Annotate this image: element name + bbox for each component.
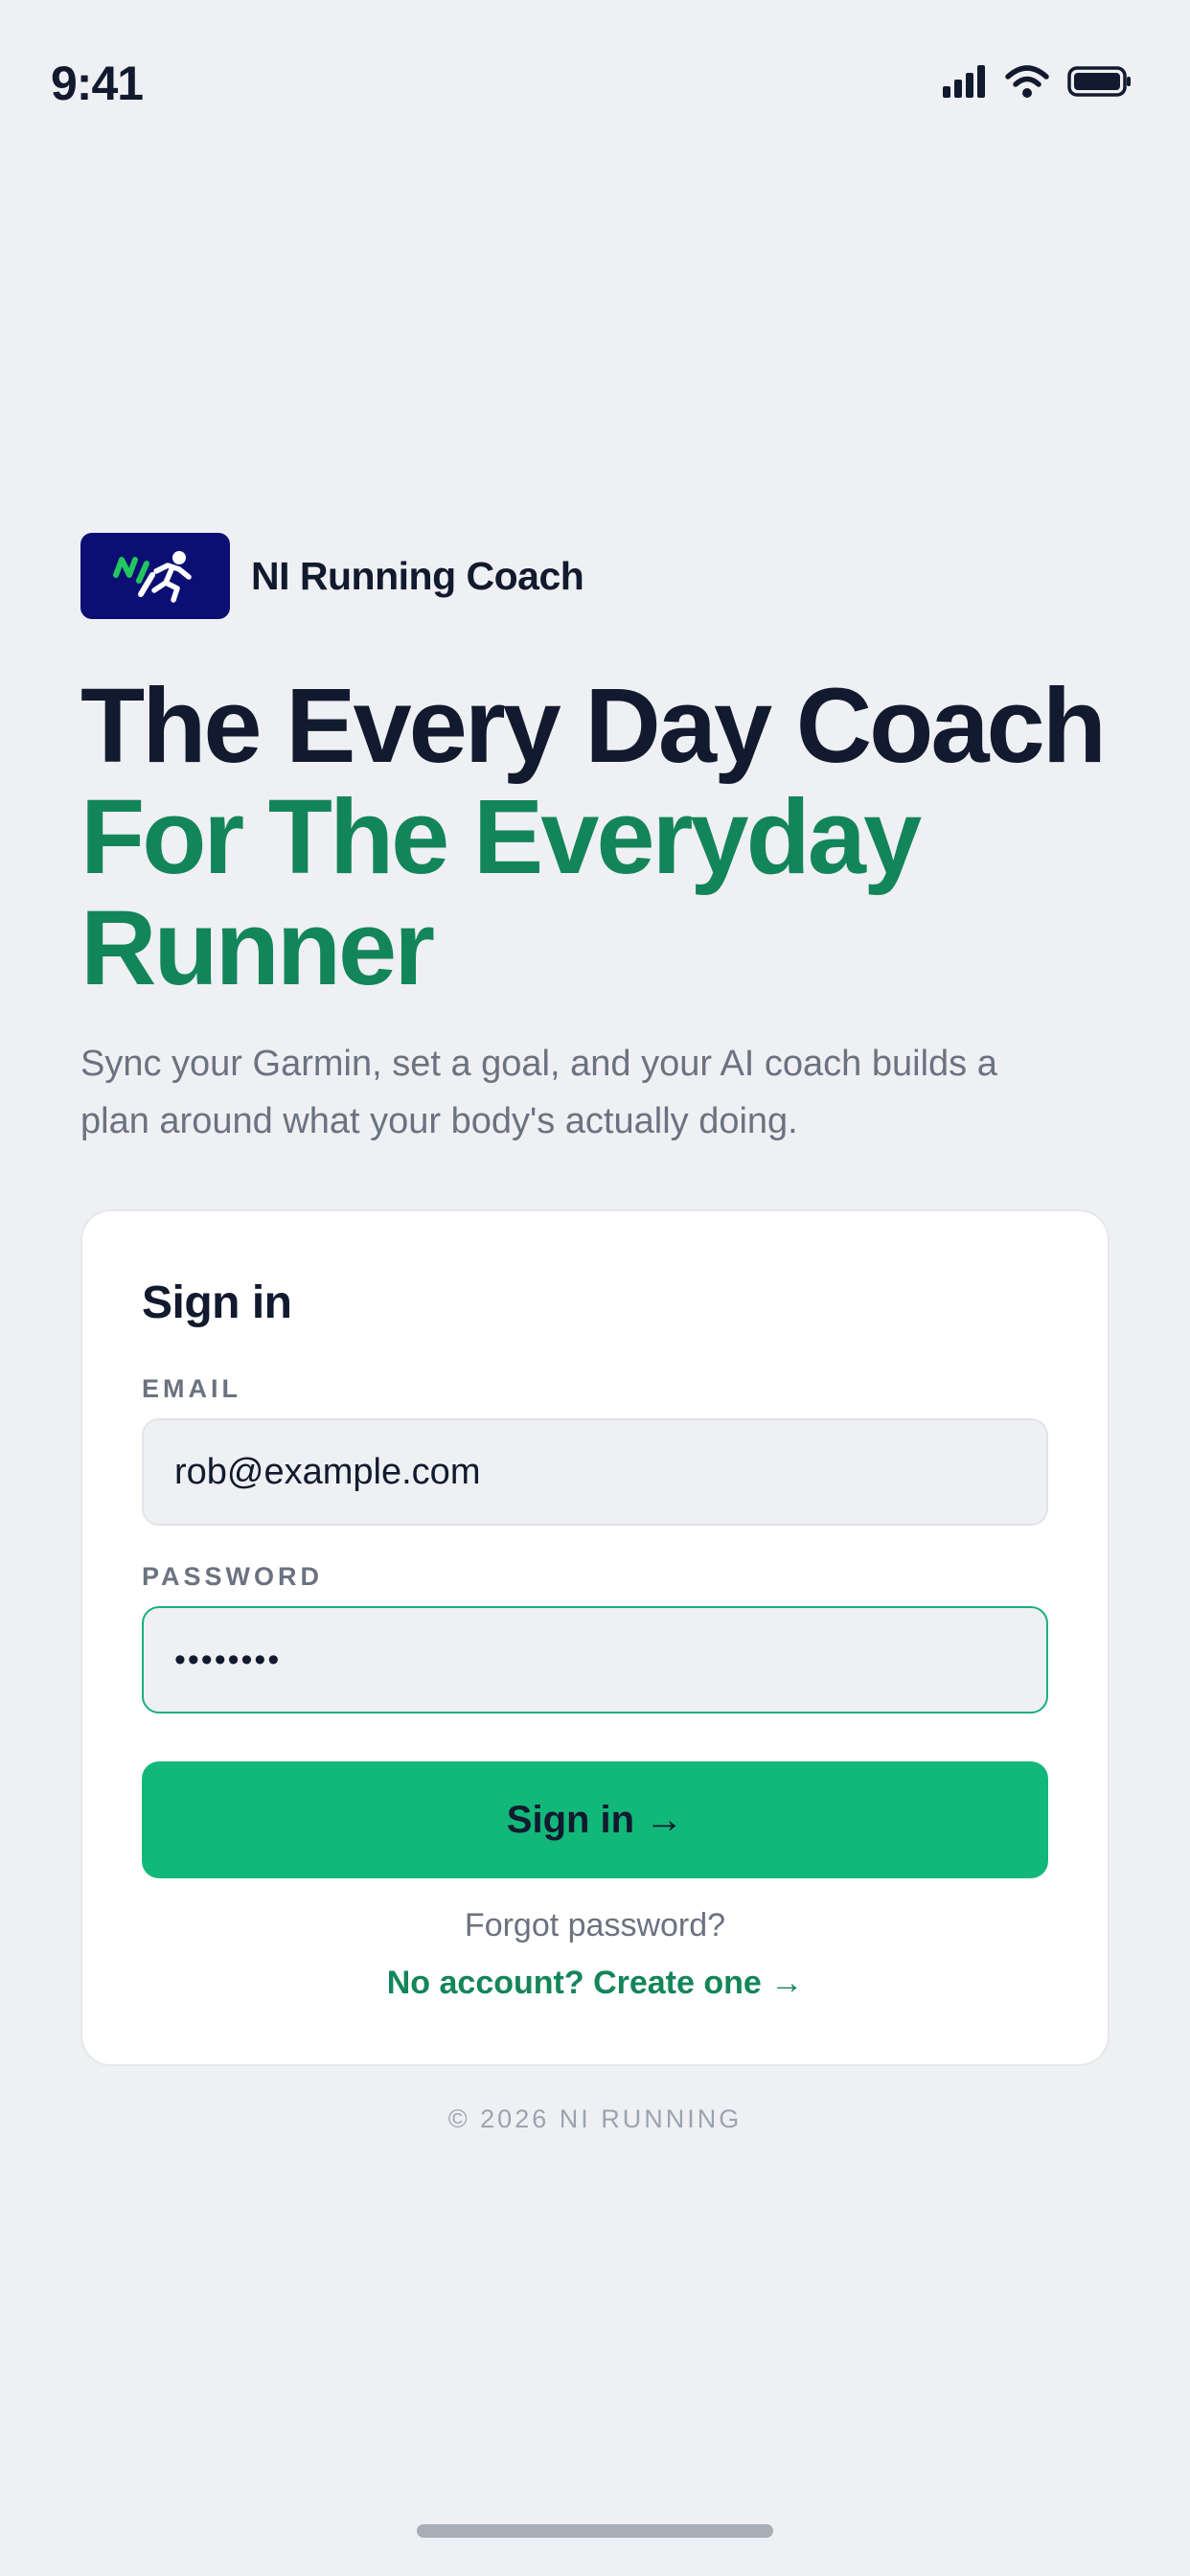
footer-copyright: © 2026 NI RUNNING: [447, 2104, 743, 2133]
brand-name: NI Running Coach: [251, 553, 584, 598]
status-time: 9:41: [51, 57, 144, 110]
signin-title: Sign in: [142, 1277, 292, 1328]
hero-line-2: For The Everyday: [80, 778, 922, 896]
password-field[interactable]: ••••••••: [142, 1606, 1048, 1714]
password-label: PASSWORD: [142, 1562, 324, 1591]
create-account-link[interactable]: No account? Create one →: [82, 1965, 1108, 2002]
wifi-icon: [1004, 65, 1050, 103]
password-value: ••••••••: [174, 1641, 282, 1678]
signal-icon: [943, 65, 987, 103]
tagline-line-2: plan around what your body's actually do…: [80, 1101, 798, 1141]
status-bar: 9:41: [0, 0, 1190, 144]
runner-logo-icon: [80, 533, 230, 619]
hero-line-1: The Every Day Coach: [80, 667, 1107, 785]
email-value: rob@example.com: [174, 1451, 481, 1492]
email-field[interactable]: rob@example.com: [142, 1418, 1048, 1526]
brand-row: NI Running Coach: [80, 533, 584, 619]
tagline: Sync your Garmin, set a goal, and your A…: [80, 1035, 1096, 1150]
tagline-line-1: Sync your Garmin, set a goal, and your A…: [80, 1044, 997, 1084]
email-label: EMAIL: [142, 1374, 241, 1403]
home-indicator: [417, 2524, 773, 2538]
forgot-password-link[interactable]: Forgot password?: [82, 1907, 1108, 1944]
hero-line-3: Runner: [80, 889, 435, 1007]
signin-button[interactable]: Sign in →: [142, 1761, 1048, 1878]
status-icons: [943, 65, 1133, 103]
signin-card: Sign in EMAIL rob@example.com PASSWORD •…: [80, 1209, 1110, 2066]
battery-icon: [1067, 65, 1133, 103]
hero-headline: The Every Day Coach For The Everyday Run…: [80, 671, 1154, 1004]
